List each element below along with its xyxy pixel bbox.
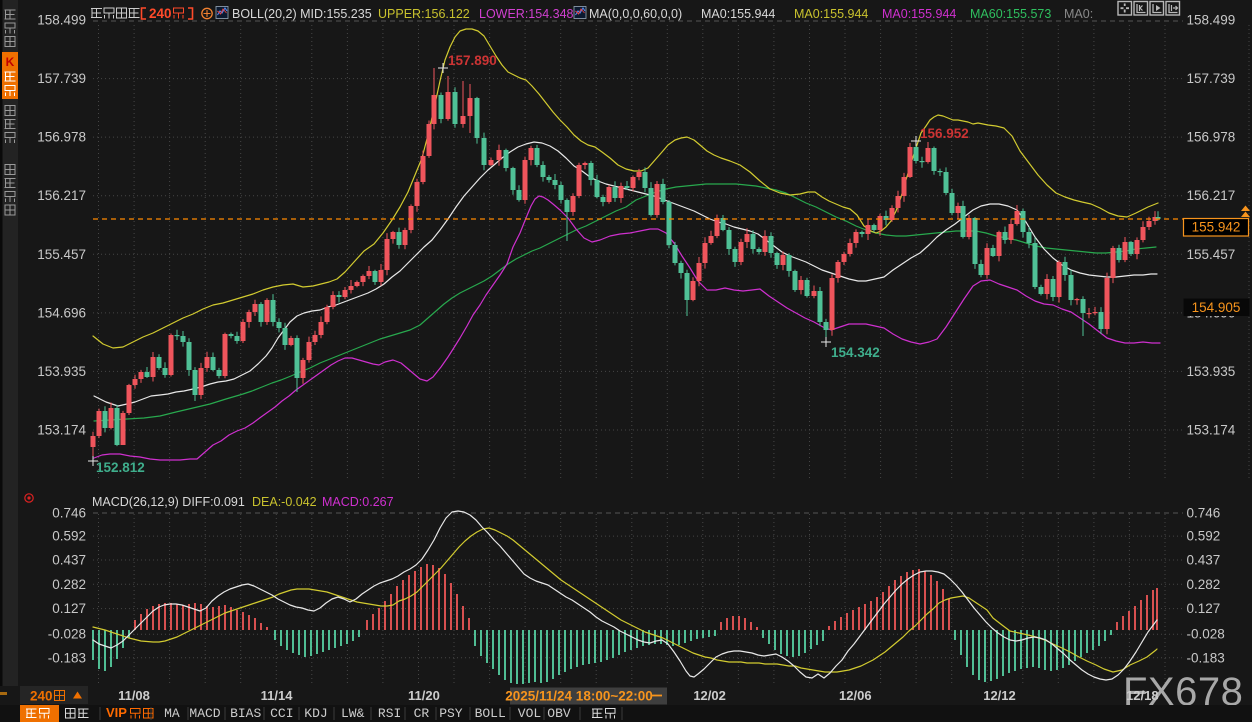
svg-text:156.978: 156.978 [37, 130, 86, 145]
svg-text:156.978: 156.978 [1187, 130, 1236, 145]
svg-text:0.437: 0.437 [52, 553, 86, 568]
svg-text:K: K [6, 55, 15, 69]
svg-text:11/14: 11/14 [261, 688, 294, 703]
svg-text:-0.183: -0.183 [48, 650, 86, 665]
svg-text:0.282: 0.282 [52, 577, 86, 592]
svg-text:LW&: LW& [341, 706, 365, 721]
svg-text:157.739: 157.739 [1187, 71, 1236, 86]
svg-text:-0.028: -0.028 [1187, 627, 1225, 642]
svg-text:BOLL(20,2) MID:155.235: BOLL(20,2) MID:155.235 [232, 7, 372, 21]
svg-text:156.217: 156.217 [37, 188, 86, 203]
svg-text:11/20: 11/20 [408, 688, 440, 703]
svg-text:MA: MA [164, 706, 180, 721]
svg-text:0.592: 0.592 [1187, 529, 1221, 544]
svg-text:0.746: 0.746 [1187, 506, 1221, 521]
svg-text:MA0:155.944: MA0:155.944 [701, 7, 775, 21]
svg-text:153.935: 153.935 [37, 364, 86, 379]
svg-text:MA0:: MA0: [1064, 7, 1093, 21]
svg-text:0.127: 0.127 [52, 601, 86, 616]
svg-text:12/12: 12/12 [983, 688, 1016, 703]
svg-text:PSY: PSY [439, 706, 463, 721]
svg-text:153.935: 153.935 [1187, 364, 1236, 379]
svg-text:0.282: 0.282 [1187, 577, 1221, 592]
svg-text:0.437: 0.437 [1187, 553, 1221, 568]
svg-text:MACD: MACD [189, 706, 220, 721]
svg-text:156.217: 156.217 [1187, 188, 1236, 203]
svg-text:0.127: 0.127 [1187, 601, 1221, 616]
svg-text:154.696: 154.696 [37, 305, 86, 320]
svg-text:12/06: 12/06 [839, 688, 872, 703]
svg-text:LOWER:154.348: LOWER:154.348 [479, 7, 574, 21]
svg-text:RSI: RSI [378, 706, 401, 721]
svg-text:12/18: 12/18 [1126, 688, 1159, 703]
svg-text:CCI: CCI [270, 706, 293, 721]
svg-text:153.174: 153.174 [37, 423, 86, 438]
svg-text:VOL: VOL [518, 706, 541, 721]
svg-text:154.342: 154.342 [831, 345, 880, 360]
svg-text:240: 240 [30, 689, 53, 704]
svg-text:155.942: 155.942 [1192, 220, 1241, 235]
svg-text:152.812: 152.812 [96, 460, 145, 475]
svg-text:CR: CR [414, 706, 430, 721]
svg-text:155.457: 155.457 [1187, 247, 1236, 262]
svg-text:155.457: 155.457 [37, 247, 86, 262]
svg-text:12/02: 12/02 [693, 688, 726, 703]
svg-text:MA(0,0,0,60,0,0): MA(0,0,0,60,0,0) [589, 7, 682, 21]
svg-text:153.174: 153.174 [1187, 423, 1236, 438]
svg-text:0.592: 0.592 [52, 529, 86, 544]
svg-text:158.499: 158.499 [1187, 13, 1236, 28]
svg-text:BOLL: BOLL [475, 706, 506, 721]
svg-text:157.890: 157.890 [448, 53, 497, 68]
svg-text:MA60:155.573: MA60:155.573 [970, 7, 1051, 21]
svg-text:11/08: 11/08 [118, 688, 150, 703]
svg-text:MACD(26,12,9) DIFF:0.091: MACD(26,12,9) DIFF:0.091 [92, 495, 245, 509]
svg-text:MACD:0.267: MACD:0.267 [322, 495, 394, 509]
svg-text:-0.183: -0.183 [1187, 650, 1225, 665]
svg-text:240: 240 [149, 6, 172, 21]
svg-text:158.499: 158.499 [37, 13, 86, 28]
svg-text:OBV: OBV [547, 706, 571, 721]
svg-text:KDJ: KDJ [304, 706, 327, 721]
svg-text:156.952: 156.952 [920, 126, 969, 141]
svg-text:157.739: 157.739 [37, 71, 86, 86]
svg-text:MA0:155.944: MA0:155.944 [794, 7, 868, 21]
svg-text:0.746: 0.746 [52, 506, 86, 521]
svg-text:2025/11/24 18:00~22:00: 2025/11/24 18:00~22:00 [505, 689, 653, 704]
svg-text:154.905: 154.905 [1192, 300, 1241, 315]
svg-text:-0.028: -0.028 [48, 627, 86, 642]
svg-text:DEA:-0.042: DEA:-0.042 [252, 495, 317, 509]
svg-text:VIP: VIP [106, 705, 127, 720]
svg-text:BIAS: BIAS [230, 706, 261, 721]
svg-text:MA0:155.944: MA0:155.944 [882, 7, 956, 21]
svg-text:UPPER:156.122: UPPER:156.122 [378, 7, 470, 21]
